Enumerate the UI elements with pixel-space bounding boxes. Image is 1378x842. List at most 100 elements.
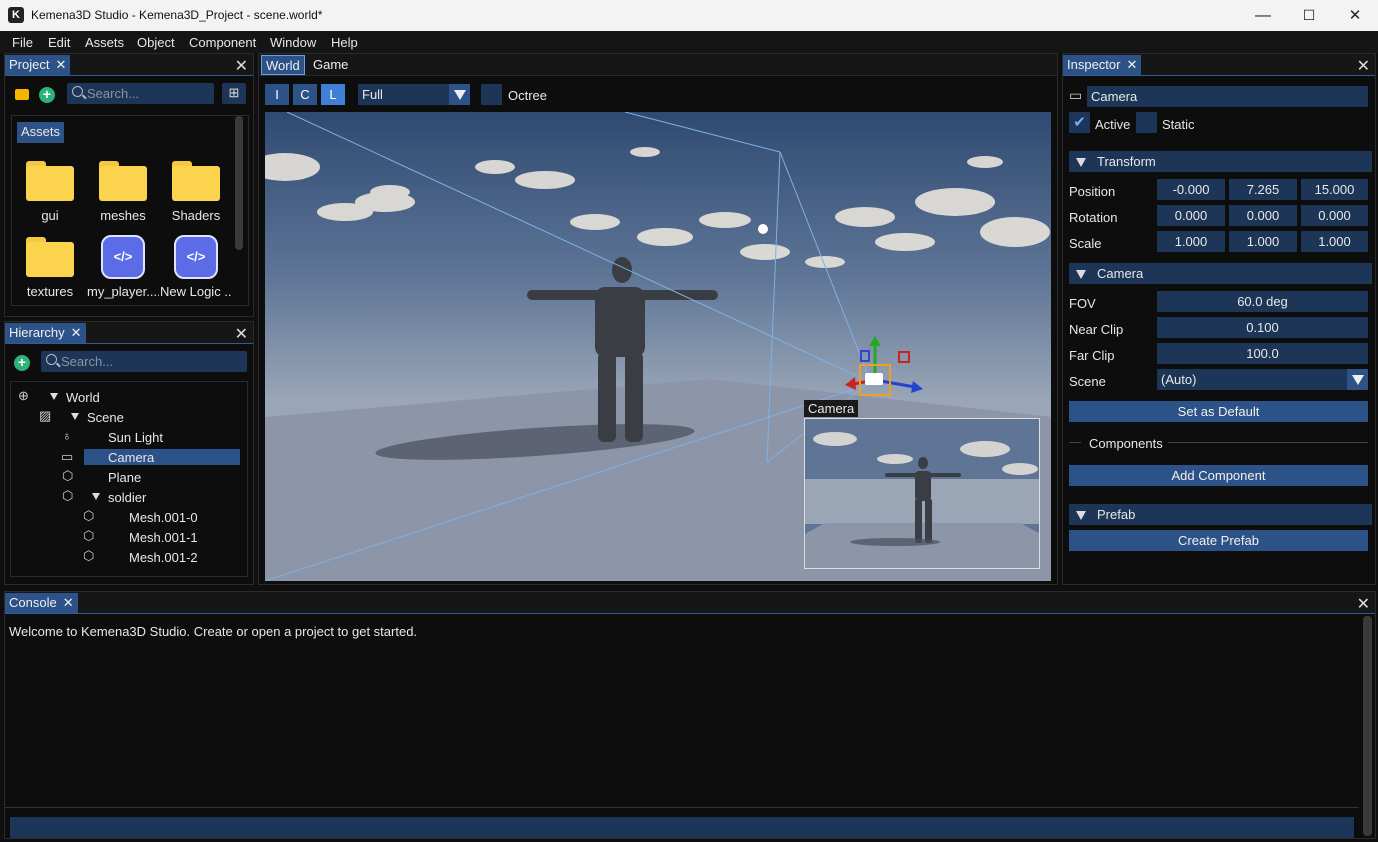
close-tab-icon[interactable]: ✕: [63, 595, 74, 610]
rotation-x-field[interactable]: 0.000: [1157, 205, 1225, 226]
close-window-button[interactable]: ✕: [1332, 0, 1378, 31]
asset-label[interactable]: meshes: [87, 208, 159, 223]
new-folder-icon[interactable]: [15, 89, 29, 100]
tree-node-world[interactable]: World: [66, 390, 100, 405]
tree-node-soldier[interactable]: soldier: [108, 490, 146, 505]
position-x-field[interactable]: -0.000: [1157, 179, 1225, 200]
menu-object[interactable]: Object: [137, 35, 175, 50]
set-as-default-button[interactable]: Set as Default: [1069, 401, 1368, 422]
console-input[interactable]: [10, 817, 1354, 838]
asset-label[interactable]: textures: [14, 284, 86, 299]
add-component-button[interactable]: Add Component: [1069, 465, 1368, 486]
tab-inspector[interactable]: Inspector ✕: [1063, 55, 1142, 75]
asset-label[interactable]: Shaders: [160, 208, 232, 223]
tab-hierarchy[interactable]: Hierarchy ✕: [5, 323, 86, 343]
active-checkbox[interactable]: ✔: [1069, 112, 1090, 133]
folder-icon[interactable]: [172, 161, 220, 201]
script-icon[interactable]: </>: [174, 235, 218, 279]
prefab-section-header[interactable]: Prefab: [1069, 504, 1372, 525]
rotation-z-field[interactable]: 0.000: [1301, 205, 1368, 226]
menu-file[interactable]: File: [12, 35, 33, 50]
close-tab-icon[interactable]: ✕: [71, 325, 82, 340]
folder-icon[interactable]: [99, 161, 147, 201]
scale-x-field[interactable]: 1.000: [1157, 231, 1225, 252]
tree-node-sun-light[interactable]: Sun Light: [108, 430, 163, 445]
menu-window[interactable]: Window: [270, 35, 316, 50]
tree-node-plane[interactable]: Plane: [108, 470, 141, 485]
render-mode-select[interactable]: Full: [358, 84, 470, 105]
inspector-tabbar: Inspector ✕ ✕: [1063, 54, 1375, 76]
scale-z-field[interactable]: 1.000: [1301, 231, 1368, 252]
scene-select[interactable]: (Auto): [1157, 369, 1368, 390]
tab-project[interactable]: Project ✕: [5, 55, 71, 75]
tree-node-mesh[interactable]: Mesh.001-2: [129, 550, 198, 565]
far-clip-field[interactable]: 100.0: [1157, 343, 1368, 364]
tab-world[interactable]: World: [261, 55, 305, 75]
components-label: Components: [1089, 436, 1163, 451]
script-icon[interactable]: </>: [101, 235, 145, 279]
add-object-icon[interactable]: +: [14, 355, 30, 371]
console-tabbar: Console ✕ ✕: [5, 592, 1375, 614]
object-name-input[interactable]: Camera: [1087, 86, 1368, 107]
breadcrumb[interactable]: Assets: [17, 122, 65, 143]
menu-component[interactable]: Component: [189, 35, 256, 50]
project-search-input[interactable]: Search...: [67, 83, 214, 104]
sun-icon[interactable]: [758, 224, 768, 234]
console-scrollbar[interactable]: [1363, 616, 1372, 836]
close-tab-icon[interactable]: ✕: [1126, 57, 1137, 72]
expand-arrow-icon[interactable]: [50, 393, 58, 400]
add-asset-icon[interactable]: +: [39, 87, 55, 103]
tree-node-mesh[interactable]: Mesh.001-0: [129, 510, 198, 525]
menu-assets[interactable]: Assets: [85, 35, 124, 50]
active-label: Active: [1095, 117, 1131, 132]
position-y-field[interactable]: 7.265: [1229, 179, 1297, 200]
menu-help[interactable]: Help: [331, 35, 358, 50]
maximize-button[interactable]: ☐: [1286, 0, 1332, 31]
hierarchy-panel: Hierarchy ✕ ✕ + Search... ⊕ World ▨ Scene…: [4, 321, 254, 585]
divider: [1168, 442, 1368, 443]
asset-label[interactable]: New Logic ...: [160, 284, 232, 299]
octree-checkbox[interactable]: [481, 84, 502, 105]
close-panel-icon[interactable]: ✕: [1357, 56, 1370, 76]
near-clip-field[interactable]: 0.100: [1157, 317, 1368, 338]
bulb-icon: ♁: [62, 428, 72, 443]
folder-icon[interactable]: [26, 161, 74, 201]
console-message: Welcome to Kemena3D Studio. Create or op…: [9, 624, 418, 639]
close-panel-icon[interactable]: ✕: [1357, 594, 1370, 614]
asset-label[interactable]: my_player....: [87, 284, 159, 299]
transform-section-header[interactable]: Transform: [1069, 151, 1372, 172]
tree-node-camera[interactable]: Camera: [108, 450, 154, 465]
rotation-y-field[interactable]: 0.000: [1229, 205, 1297, 226]
scale-y-field[interactable]: 1.000: [1229, 231, 1297, 252]
position-z-field[interactable]: 15.000: [1301, 179, 1368, 200]
tree-node-scene[interactable]: Scene: [87, 410, 124, 425]
folder-icon[interactable]: [26, 237, 74, 277]
close-panel-icon[interactable]: ✕: [235, 56, 248, 76]
expand-arrow-icon[interactable]: [92, 493, 100, 500]
mode-l-button[interactable]: L: [321, 84, 345, 105]
scene-select-value: (Auto): [1161, 372, 1197, 387]
far-clip-label: Far Clip: [1069, 348, 1115, 363]
asset-scrollbar[interactable]: [235, 116, 243, 250]
menu-edit[interactable]: Edit: [48, 35, 70, 50]
tree-node-mesh[interactable]: Mesh.001-1: [129, 530, 198, 545]
minimize-button[interactable]: —: [1240, 0, 1286, 31]
mode-c-button[interactable]: C: [293, 84, 317, 105]
camera-section-header[interactable]: Camera: [1069, 263, 1372, 284]
tab-game[interactable]: Game: [309, 55, 352, 75]
fov-slider[interactable]: 60.0 deg: [1157, 291, 1368, 312]
image-icon: ▨: [39, 408, 52, 423]
tree-view-toggle-icon[interactable]: ⊞: [222, 83, 246, 104]
tab-console[interactable]: Console ✕: [5, 593, 78, 613]
hierarchy-search-input[interactable]: Search...: [41, 351, 247, 372]
mode-i-button[interactable]: I: [265, 84, 289, 105]
static-checkbox[interactable]: [1136, 112, 1157, 133]
expand-arrow-icon[interactable]: [71, 413, 79, 420]
create-prefab-button[interactable]: Create Prefab: [1069, 530, 1368, 551]
app-logo-icon: K: [8, 7, 24, 23]
asset-label[interactable]: gui: [14, 208, 86, 223]
close-tab-icon[interactable]: ✕: [55, 57, 66, 72]
close-panel-icon[interactable]: ✕: [235, 324, 248, 344]
scene-viewport[interactable]: Camera: [265, 112, 1051, 581]
camera-icon: ▭: [61, 449, 74, 464]
